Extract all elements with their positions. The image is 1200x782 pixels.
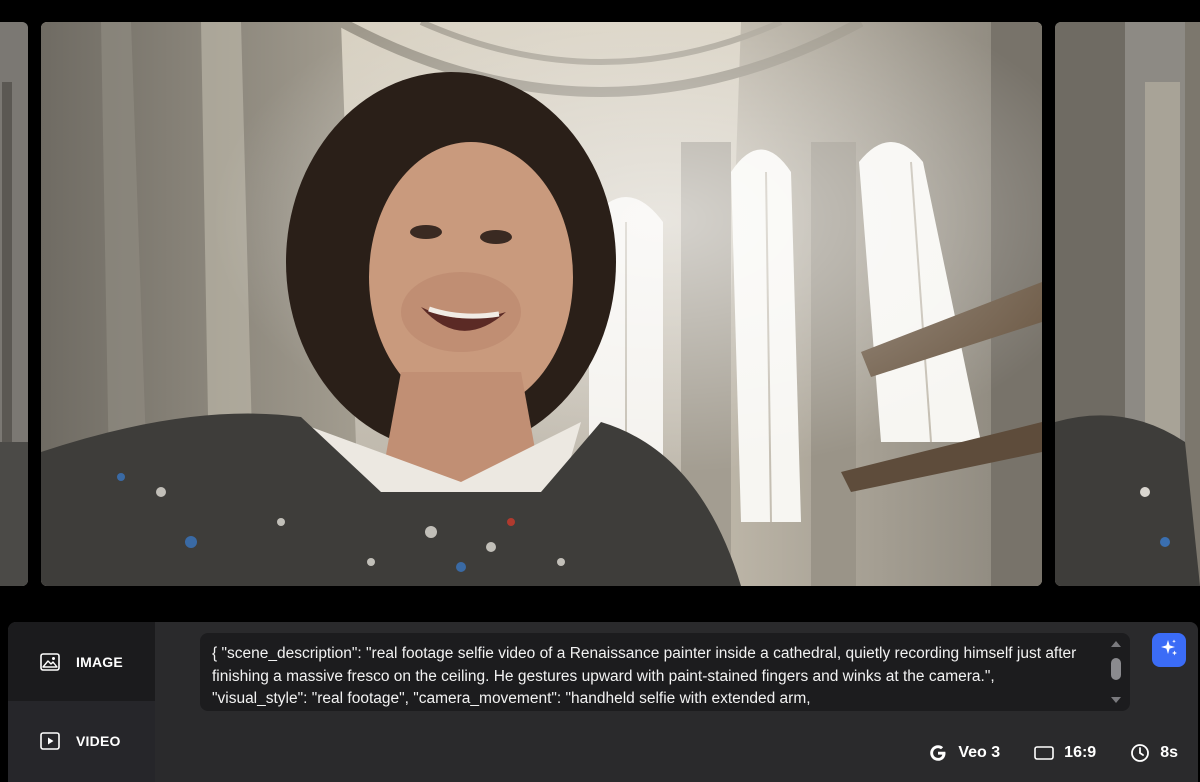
previous-preview-frame[interactable] [0,22,28,586]
image-icon [40,651,62,673]
cathedral-selfie-image [41,22,1042,586]
previous-preview-image [0,22,28,586]
mode-tabs: IMAGE VIDEO [8,622,155,782]
next-preview-frame[interactable] [1055,22,1200,586]
scroll-thumb[interactable] [1111,658,1121,680]
video-play-icon [40,730,62,752]
model-name: Veo 3 [958,744,1001,761]
model-selector[interactable]: Veo 3 [928,743,1000,763]
prompt-text[interactable]: { "scene_description": "real footage sel… [212,643,1092,711]
prompt-scrollbar[interactable] [1110,641,1122,703]
scroll-up-arrow-icon[interactable] [1111,641,1121,647]
aspect-ratio-value: 16:9 [1064,744,1097,761]
clock-icon [1130,743,1150,763]
tab-video-label: VIDEO [76,732,121,749]
preview-carousel [0,0,1200,605]
main-preview-frame[interactable] [41,22,1042,586]
generation-settings: Veo 3 16:9 8s [894,740,1178,766]
google-g-icon [928,743,948,763]
sparkle-icon [1159,638,1179,663]
duration-selector[interactable]: 8s [1130,743,1178,763]
tab-image[interactable]: IMAGE [8,622,155,701]
tab-image-label: IMAGE [76,653,123,670]
scroll-down-arrow-icon[interactable] [1111,697,1121,703]
duration-value: 8s [1160,744,1178,761]
composer-panel: IMAGE VIDEO { "scene_description": "real… [8,622,1198,782]
aspect-ratio-selector[interactable]: 16:9 [1034,743,1096,763]
aspect-ratio-icon [1034,743,1054,763]
enhance-prompt-button[interactable] [1152,633,1186,667]
next-preview-image [1055,22,1200,586]
tab-video[interactable]: VIDEO [8,701,155,780]
prompt-textarea[interactable]: { "scene_description": "real footage sel… [200,633,1130,711]
